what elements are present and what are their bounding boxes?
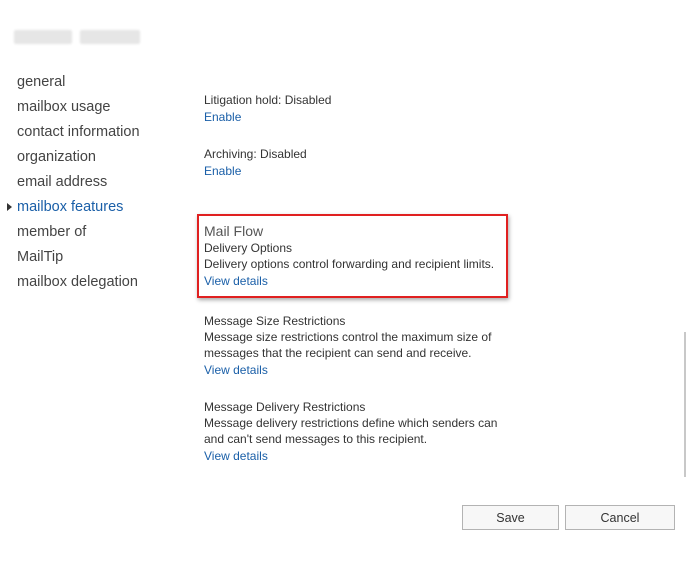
message-delivery-description-line2: and can't send messages to this recipien… [204,432,428,446]
cancel-button[interactable]: Cancel [565,505,675,530]
nav-item-label: organization [17,149,96,165]
message-size-view-details-link[interactable]: View details [204,362,268,378]
message-delivery-view-details-link[interactable]: View details [204,448,268,464]
archiving-section: Archiving: Disabled Enable [204,146,534,180]
nav-item-mailbox-delegation[interactable]: mailbox delegation [0,270,170,295]
nav-item-mailbox-usage[interactable]: mailbox usage [0,95,170,120]
nav-item-contact-information[interactable]: contact information [0,120,170,145]
nav-item-label: general [17,74,66,90]
message-size-restrictions-section: Message Size Restrictions Message size r… [204,313,534,379]
message-delivery-title: Message Delivery Restrictions [204,400,366,414]
archiving-enable-link[interactable]: Enable [204,163,241,179]
nav-item-mailtip[interactable]: MailTip [0,245,170,270]
message-size-title: Message Size Restrictions [204,314,346,328]
message-delivery-restrictions-section: Message Delivery Restrictions Message de… [204,399,534,465]
litigation-hold-status: Litigation hold: Disabled [204,93,332,107]
selected-arrow-icon [7,203,12,211]
nav-item-label: mailbox features [17,199,124,215]
nav-item-member-of[interactable]: member of [0,220,170,245]
blurred-title-part [80,30,140,44]
message-size-description-line1: Message size restrictions control the ma… [204,330,492,344]
blurred-window-title [14,30,140,44]
archiving-status: Archiving: Disabled [204,147,307,161]
nav-item-label: MailTip [17,249,64,265]
blurred-title-part [14,30,72,44]
sidebar-nav: general mailbox usage contact informatio… [0,70,170,295]
litigation-hold-section: Litigation hold: Disabled Enable [204,92,534,126]
highlight-box [197,214,508,298]
save-button[interactable]: Save [462,505,559,530]
nav-item-email-address[interactable]: email address [0,170,170,195]
message-delivery-description-line1: Message delivery restrictions define whi… [204,416,498,430]
nav-item-mailbox-features[interactable]: mailbox features [0,195,170,220]
litigation-hold-enable-link[interactable]: Enable [204,109,241,125]
message-size-description-line2: messages that the recipient can send and… [204,346,472,360]
nav-item-label: mailbox usage [17,99,111,115]
nav-item-label: member of [17,224,87,240]
nav-item-organization[interactable]: organization [0,145,170,170]
nav-item-label: contact information [17,124,140,140]
nav-item-general[interactable]: general [0,70,170,95]
nav-item-label: email address [17,174,108,190]
vertical-scrollbar[interactable] [684,332,686,477]
nav-item-label: mailbox delegation [17,274,138,290]
